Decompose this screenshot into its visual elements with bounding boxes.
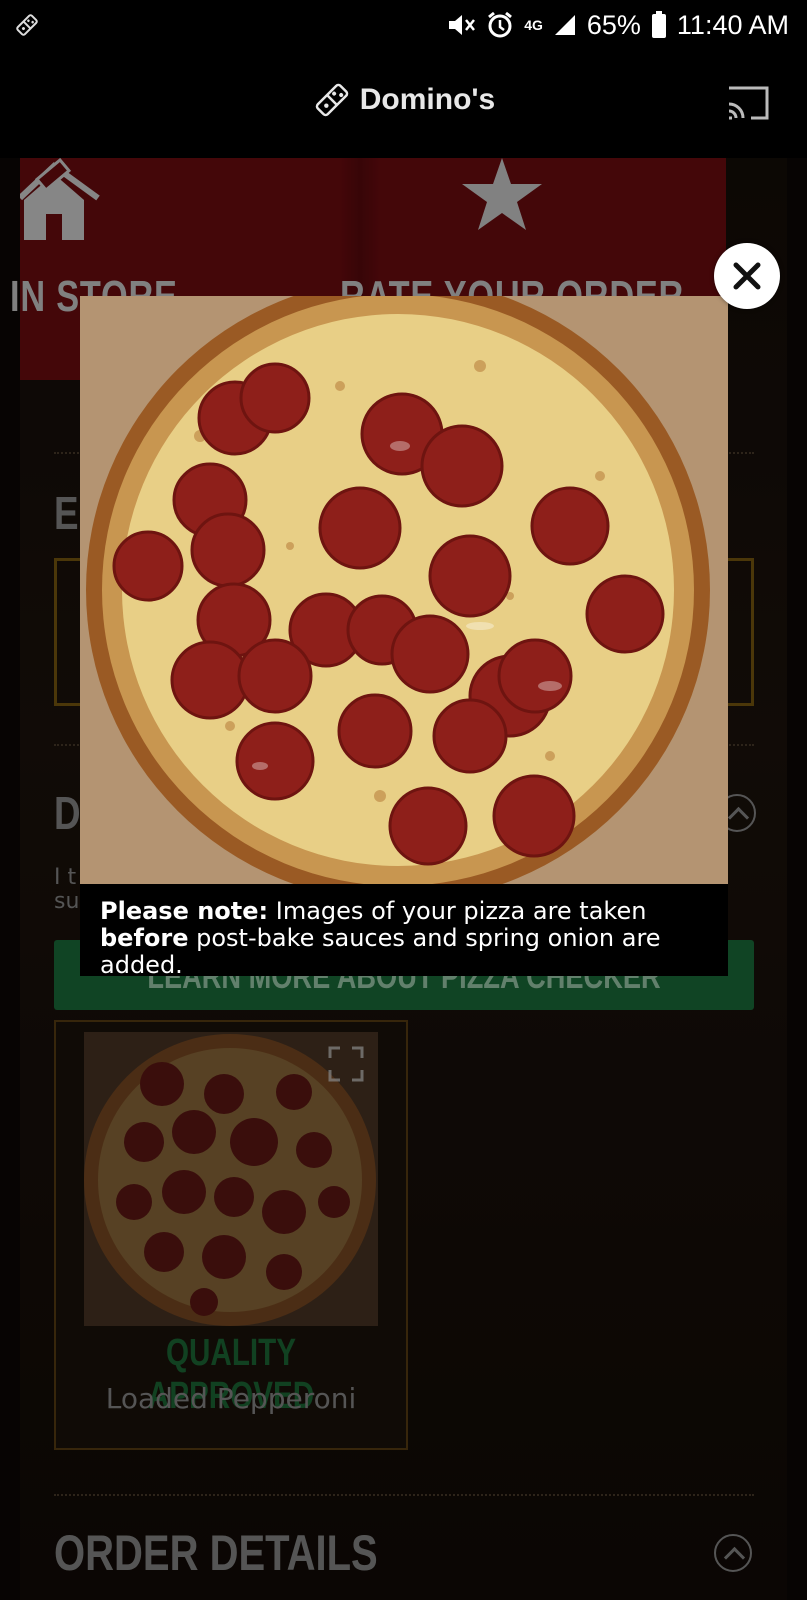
dominos-notification-icon	[16, 14, 38, 36]
note-bold-before: before	[100, 924, 189, 952]
mute-icon	[449, 15, 476, 35]
status-bar: 4G 65% 11:40 AM	[0, 0, 807, 50]
battery-percent: 65%	[586, 9, 641, 40]
close-modal-button[interactable]	[714, 243, 780, 309]
app-title-text: Domino's	[359, 83, 496, 116]
note-bold-prefix: Please note:	[100, 897, 269, 925]
clock: 11:40 AM	[676, 9, 789, 40]
network-type: 4G	[524, 17, 543, 33]
pizza-photo-image	[80, 296, 728, 884]
close-icon	[733, 262, 761, 290]
alarm-icon	[488, 11, 513, 38]
app-title: Domino's	[0, 80, 807, 120]
dominos-logo-icon	[315, 83, 349, 117]
app-bar: Domino's	[0, 50, 807, 158]
pizza-photo	[80, 296, 728, 884]
signal-icon	[554, 15, 575, 35]
note-text-1: Images of your pizza are taken	[268, 897, 647, 925]
image-note: Please note: Images of your pizza are ta…	[100, 898, 710, 979]
pizza-image-modal: Please note: Images of your pizza are ta…	[80, 296, 728, 979]
battery-icon	[651, 11, 666, 38]
cast-icon[interactable]	[725, 84, 771, 122]
